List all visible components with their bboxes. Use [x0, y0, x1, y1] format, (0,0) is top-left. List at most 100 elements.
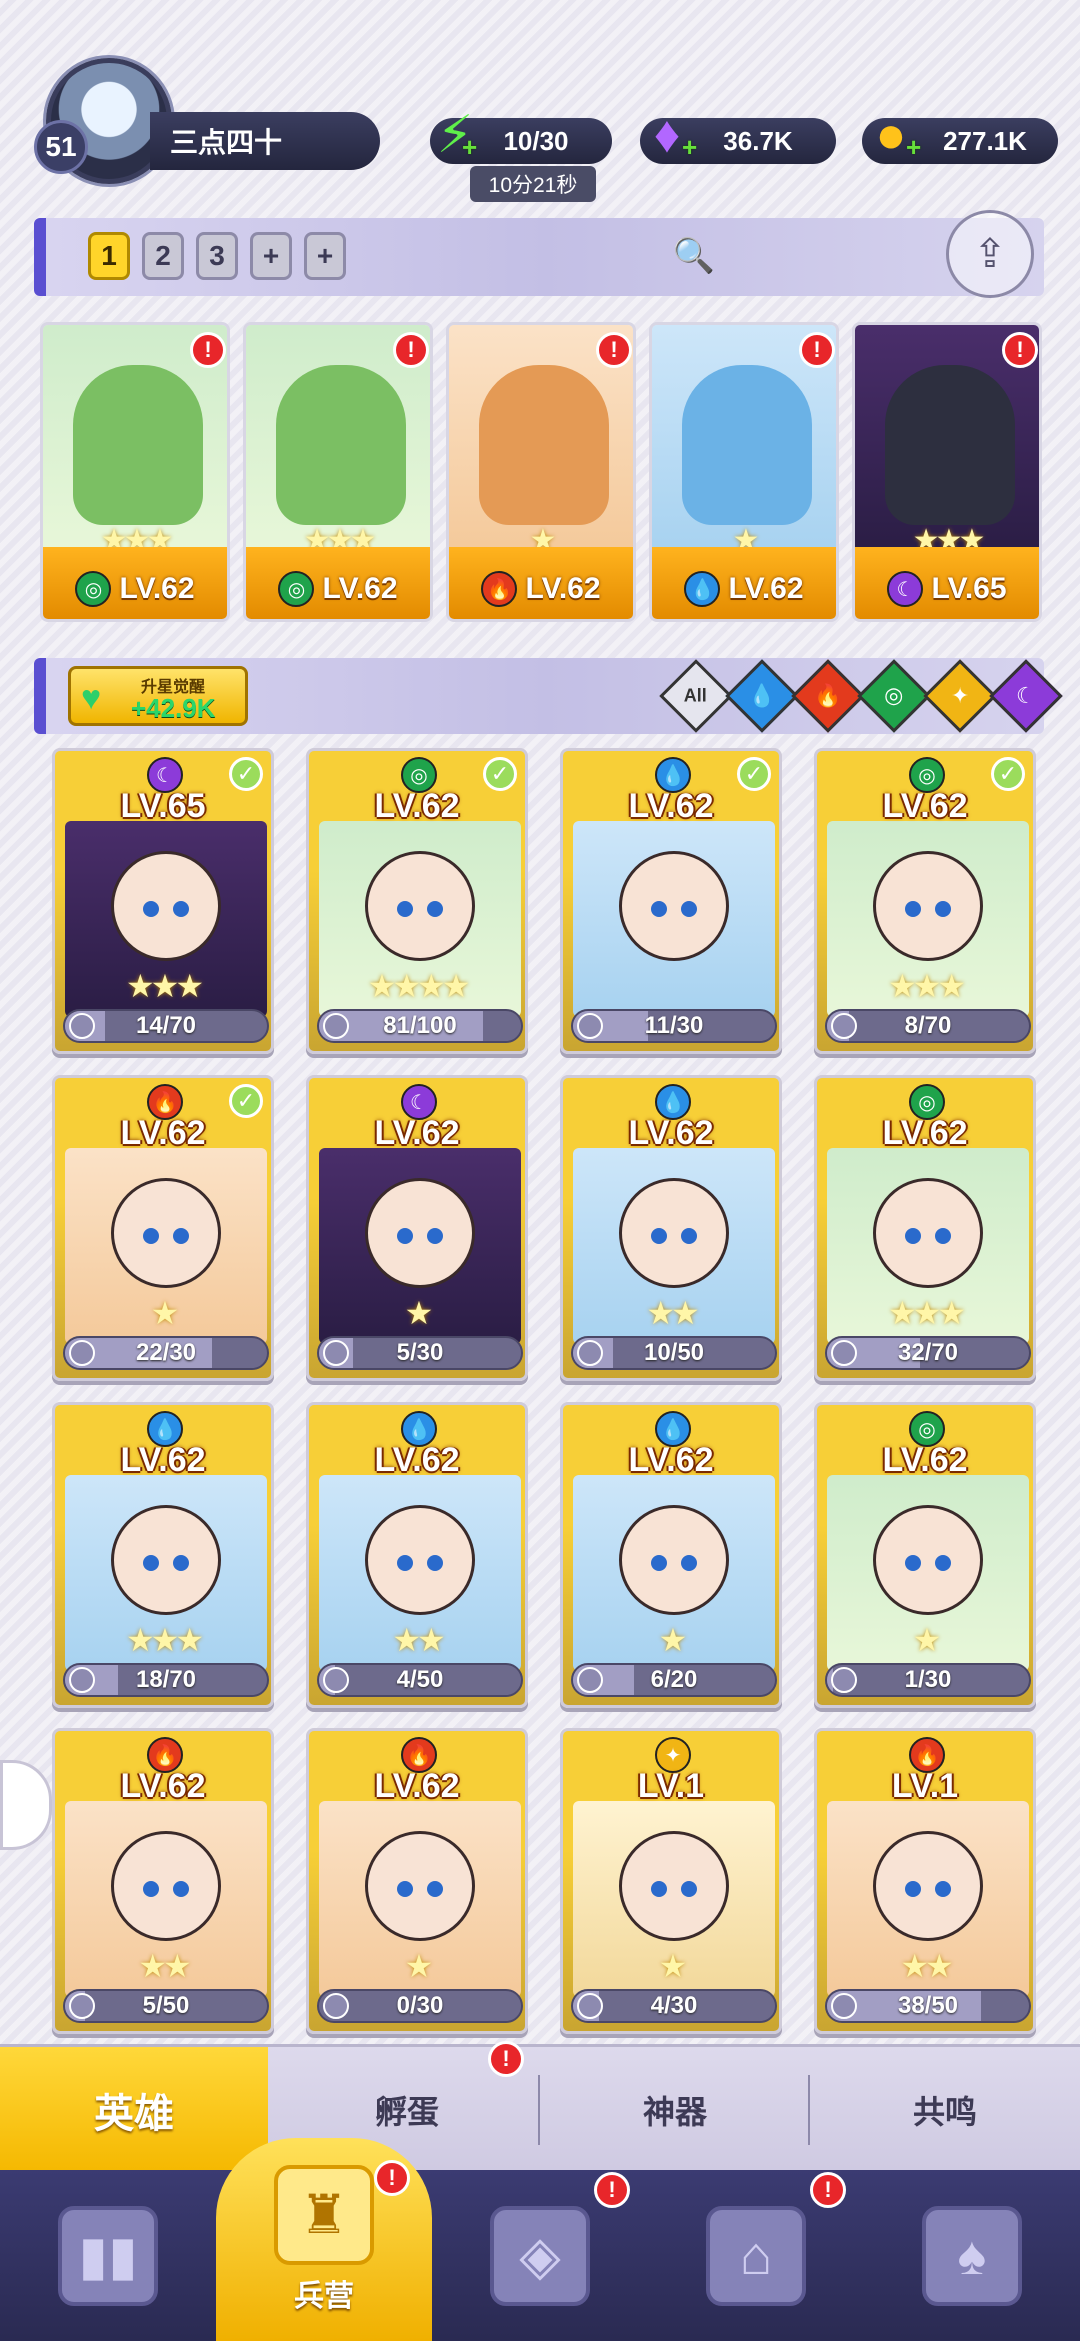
hero-card[interactable]: ◎ ✓ LV.62 ★★★★ 81/100	[306, 748, 528, 1054]
hero-card[interactable]: ✦ LV.1 ★ 4/30	[560, 1728, 782, 2034]
tab-artifacts[interactable]: 神器	[540, 2047, 810, 2173]
castle-icon: ⌂	[706, 2205, 806, 2306]
hero-shard-progress: 4/50	[317, 1663, 523, 1697]
filter-water-icon[interactable]: 💧	[725, 659, 799, 733]
hero-head	[365, 1505, 475, 1615]
hero-card[interactable]: 💧 LV.62 ★★ 10/50	[560, 1075, 782, 1381]
hero-card[interactable]: 🔥 LV.62 ★ 0/30	[306, 1728, 528, 2034]
hero-shard-count: 8/70	[904, 1012, 952, 1039]
hero-shard-count: 18/70	[135, 1666, 197, 1693]
hero-stars: ★	[404, 1295, 434, 1331]
hero-figure	[276, 365, 406, 525]
hero-shard-progress: 5/30	[317, 1336, 523, 1370]
hero-card[interactable]: 🔥 ✓ LV.62 ★ 22/30	[52, 1075, 274, 1381]
hero-eye	[935, 1228, 951, 1244]
hero-eye	[427, 901, 443, 917]
player-level-badge: 51	[34, 120, 88, 174]
check-icon: ✓	[991, 757, 1025, 791]
awaken-button[interactable]: ♥ 升星觉醒 +42.9K	[68, 666, 248, 726]
search-icon[interactable]: 🔍	[672, 234, 716, 278]
filter-dark-icon[interactable]: ☾	[989, 659, 1063, 733]
nav-mushroom[interactable]: ♠	[864, 2170, 1080, 2341]
team-add-slot-1[interactable]: +	[250, 232, 292, 280]
team-hero-level-bar: 💧 LV.62	[652, 547, 836, 619]
hero-card[interactable]: 💧 LV.62 ★ 6/20	[560, 1402, 782, 1708]
nav-barracks-label: 兵营	[294, 2279, 354, 2313]
team-slot-1[interactable]: 1	[88, 232, 130, 280]
hero-card[interactable]: ◎ LV.62 ★★★ 32/70	[814, 1075, 1036, 1381]
hero-shard-progress: 81/100	[317, 1009, 523, 1043]
nav-map-alert: !	[594, 2172, 630, 2208]
gems-plus-icon[interactable]: +	[682, 132, 697, 163]
sub-tabs: 英雄 孵蛋 ! 神器 共鸣	[0, 2041, 1080, 2173]
share-icon[interactable]: ⇪	[946, 210, 1034, 298]
filter-nature-icon[interactable]: ◎	[857, 659, 931, 733]
hero-shard-progress: 32/70	[825, 1336, 1031, 1370]
team-hero-level-bar: ☾ LV.65	[855, 547, 1039, 619]
hero-head	[619, 1505, 729, 1615]
hero-card[interactable]: ◎ ✓ LV.62 ★★★ 8/70	[814, 748, 1036, 1054]
energy-timer: 10分21秒	[470, 166, 596, 202]
hero-card[interactable]: ◎ LV.62 ★ 1/30	[814, 1402, 1036, 1708]
hero-shard-count: 1/30	[904, 1666, 952, 1693]
nav-cards[interactable]: ▮▮	[0, 2170, 216, 2341]
hero-eye	[905, 1881, 921, 1897]
hero-card[interactable]: 🔥 LV.1 ★★ 38/50	[814, 1728, 1036, 2034]
team-hero-level: LV.62	[525, 572, 601, 605]
cards-icon: ▮▮	[58, 2205, 158, 2306]
hero-shard-progress: 11/30	[571, 1009, 777, 1043]
tab-resonance[interactable]: 共鸣	[810, 2047, 1080, 2173]
hero-head	[873, 1831, 983, 1941]
hero-figure	[73, 365, 203, 525]
hero-level: LV.62	[374, 1767, 460, 1805]
blue-element-icon: 💧	[684, 571, 721, 607]
hero-level: LV.62	[628, 787, 714, 825]
hero-figure	[682, 365, 812, 525]
filter-light-icon[interactable]: ✦	[923, 659, 997, 733]
bottom-nav: ▮▮ ♜ 兵营 ! ◈ ! ⌂ ! ♠	[0, 2138, 1080, 2341]
hero-eye	[681, 901, 697, 917]
hero-shard-count: 4/30	[650, 1992, 698, 2019]
team-slot-2[interactable]: 2	[142, 232, 184, 280]
hero-head	[111, 1178, 221, 1288]
hero-shard-progress: 8/70	[825, 1009, 1031, 1043]
tab-heroes[interactable]: 英雄	[0, 2047, 268, 2173]
hero-eye	[681, 1881, 697, 1897]
hero-shard-count: 0/30	[396, 1992, 444, 2019]
hero-head	[873, 851, 983, 961]
coins-plus-icon[interactable]: +	[906, 132, 921, 163]
team-add-slot-2[interactable]: +	[304, 232, 346, 280]
hero-stars: ★★★	[125, 968, 204, 1004]
hero-level: LV.62	[120, 1441, 206, 1479]
energy-plus-icon[interactable]: +	[462, 132, 477, 163]
hero-stars: ★★★	[887, 1295, 966, 1331]
hero-figure	[479, 365, 609, 525]
hero-card[interactable]: 🔥 LV.62 ★★ 5/50	[52, 1728, 274, 2034]
hero-card[interactable]: 💧 ✓ LV.62 11/30	[560, 748, 782, 1054]
filter-all[interactable]: All	[659, 659, 733, 733]
hero-stars: ★★★	[125, 1622, 204, 1658]
hero-stars: ★★★	[887, 968, 966, 1004]
hero-shard-progress: 6/20	[571, 1663, 777, 1697]
team-slot-3[interactable]: 3	[196, 232, 238, 280]
hero-card[interactable]: 💧 LV.62 ★★★ 18/70	[52, 1402, 274, 1708]
nav-castle-alert: !	[810, 2172, 846, 2208]
team-hero-level: LV.62	[322, 572, 398, 605]
awaken-value: +42.9K	[131, 693, 216, 723]
mushroom-icon: ♠	[922, 2205, 1022, 2306]
hero-head	[111, 1505, 221, 1615]
hero-card[interactable]: ☾ LV.62 ★ 5/30	[306, 1075, 528, 1381]
player-name[interactable]: 三点四十	[150, 112, 380, 170]
side-helper-avatar[interactable]	[0, 1760, 52, 1850]
hero-card[interactable]: 💧 LV.62 ★★ 4/50	[306, 1402, 528, 1708]
heart-icon: ♥	[81, 679, 102, 717]
hero-shard-count: 14/70	[135, 1012, 197, 1039]
team-hero-alert: !	[596, 332, 632, 368]
filter-fire-icon[interactable]: 🔥	[791, 659, 865, 733]
hero-eye	[905, 1228, 921, 1244]
hero-eye	[173, 901, 189, 917]
check-icon: ✓	[483, 757, 517, 791]
hero-head	[111, 851, 221, 961]
hero-card[interactable]: ☾ ✓ LV.65 ★★★ 14/70	[52, 748, 274, 1054]
hero-figure	[885, 365, 1015, 525]
